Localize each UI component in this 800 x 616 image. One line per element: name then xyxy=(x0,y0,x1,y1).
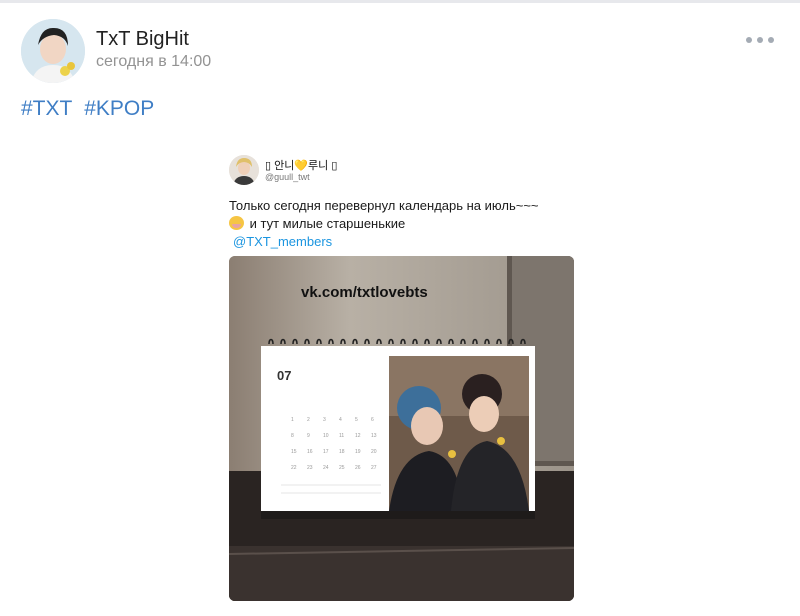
svg-text:10: 10 xyxy=(323,433,329,439)
svg-text:22: 22 xyxy=(291,465,297,471)
svg-text:16: 16 xyxy=(307,449,313,455)
svg-text:2: 2 xyxy=(307,417,310,423)
more-horizontal-icon xyxy=(768,37,774,43)
svg-text:8: 8 xyxy=(291,433,294,439)
svg-text:1: 1 xyxy=(291,417,294,423)
photo-watermark: vk.com/txtlovebts xyxy=(301,284,428,301)
calendar-month-number: 07 xyxy=(277,368,291,383)
more-options-button[interactable] xyxy=(746,30,774,50)
tweet-avatar xyxy=(229,155,259,185)
svg-text:12: 12 xyxy=(355,433,361,439)
author-avatar[interactable] xyxy=(21,19,85,83)
svg-text:9: 9 xyxy=(307,433,310,439)
svg-text:6: 6 xyxy=(371,417,374,423)
tweet-mention: @TXT_members xyxy=(233,234,333,249)
tweet-handle: @guull_twt xyxy=(265,172,310,182)
tweet-text-line-2: и тут милые старшенькие xyxy=(249,216,406,231)
post-timestamp[interactable]: сегодня в 14:00 xyxy=(96,53,211,71)
top-divider xyxy=(0,0,800,3)
calendar-photo: 07 123456 8 9 10 11 12 13 15 16 17 18 19 20 22 23 24… xyxy=(229,256,574,601)
post-author[interactable]: TxT BigHit xyxy=(96,28,189,51)
svg-text:26: 26 xyxy=(355,465,361,471)
svg-text:19: 19 xyxy=(355,449,361,455)
post-hashtags: #TXT #KPOP xyxy=(21,97,160,121)
svg-text:3: 3 xyxy=(323,417,326,423)
tweet-text-line: Только сегодня перевернул календарь на и… xyxy=(229,198,539,213)
svg-text:20: 20 xyxy=(371,449,377,455)
svg-text:24: 24 xyxy=(323,465,329,471)
tweet-display-name: ▯ 안니💛루니 ▯ xyxy=(265,160,338,172)
hashtag-txt[interactable]: #TXT xyxy=(21,97,72,120)
svg-text:5: 5 xyxy=(355,417,358,423)
more-horizontal-icon xyxy=(746,37,752,43)
user-avatar-icon xyxy=(21,19,85,83)
svg-text:23: 23 xyxy=(307,465,313,471)
svg-text:13: 13 xyxy=(371,433,377,439)
tweet-text: Только сегодня перевернул календарь на и… xyxy=(229,197,574,251)
hugging-face-emoji-icon xyxy=(229,216,244,230)
svg-text:18: 18 xyxy=(339,449,345,455)
tweet-avatar-icon xyxy=(229,155,259,185)
calendar-photo-art: 07 123456 8 9 10 11 12 13 15 16 17 18 19 20 22 23 24… xyxy=(229,256,574,601)
tweet-text-line: и тут милые старшенькие xyxy=(229,215,574,233)
svg-text:15: 15 xyxy=(291,449,297,455)
svg-text:27: 27 xyxy=(371,465,377,471)
svg-text:4: 4 xyxy=(339,417,342,423)
svg-text:17: 17 xyxy=(323,449,329,455)
hashtag-kpop[interactable]: #KPOP xyxy=(84,97,154,120)
svg-text:11: 11 xyxy=(339,433,344,439)
more-horizontal-icon xyxy=(757,37,763,43)
svg-text:25: 25 xyxy=(339,465,345,471)
